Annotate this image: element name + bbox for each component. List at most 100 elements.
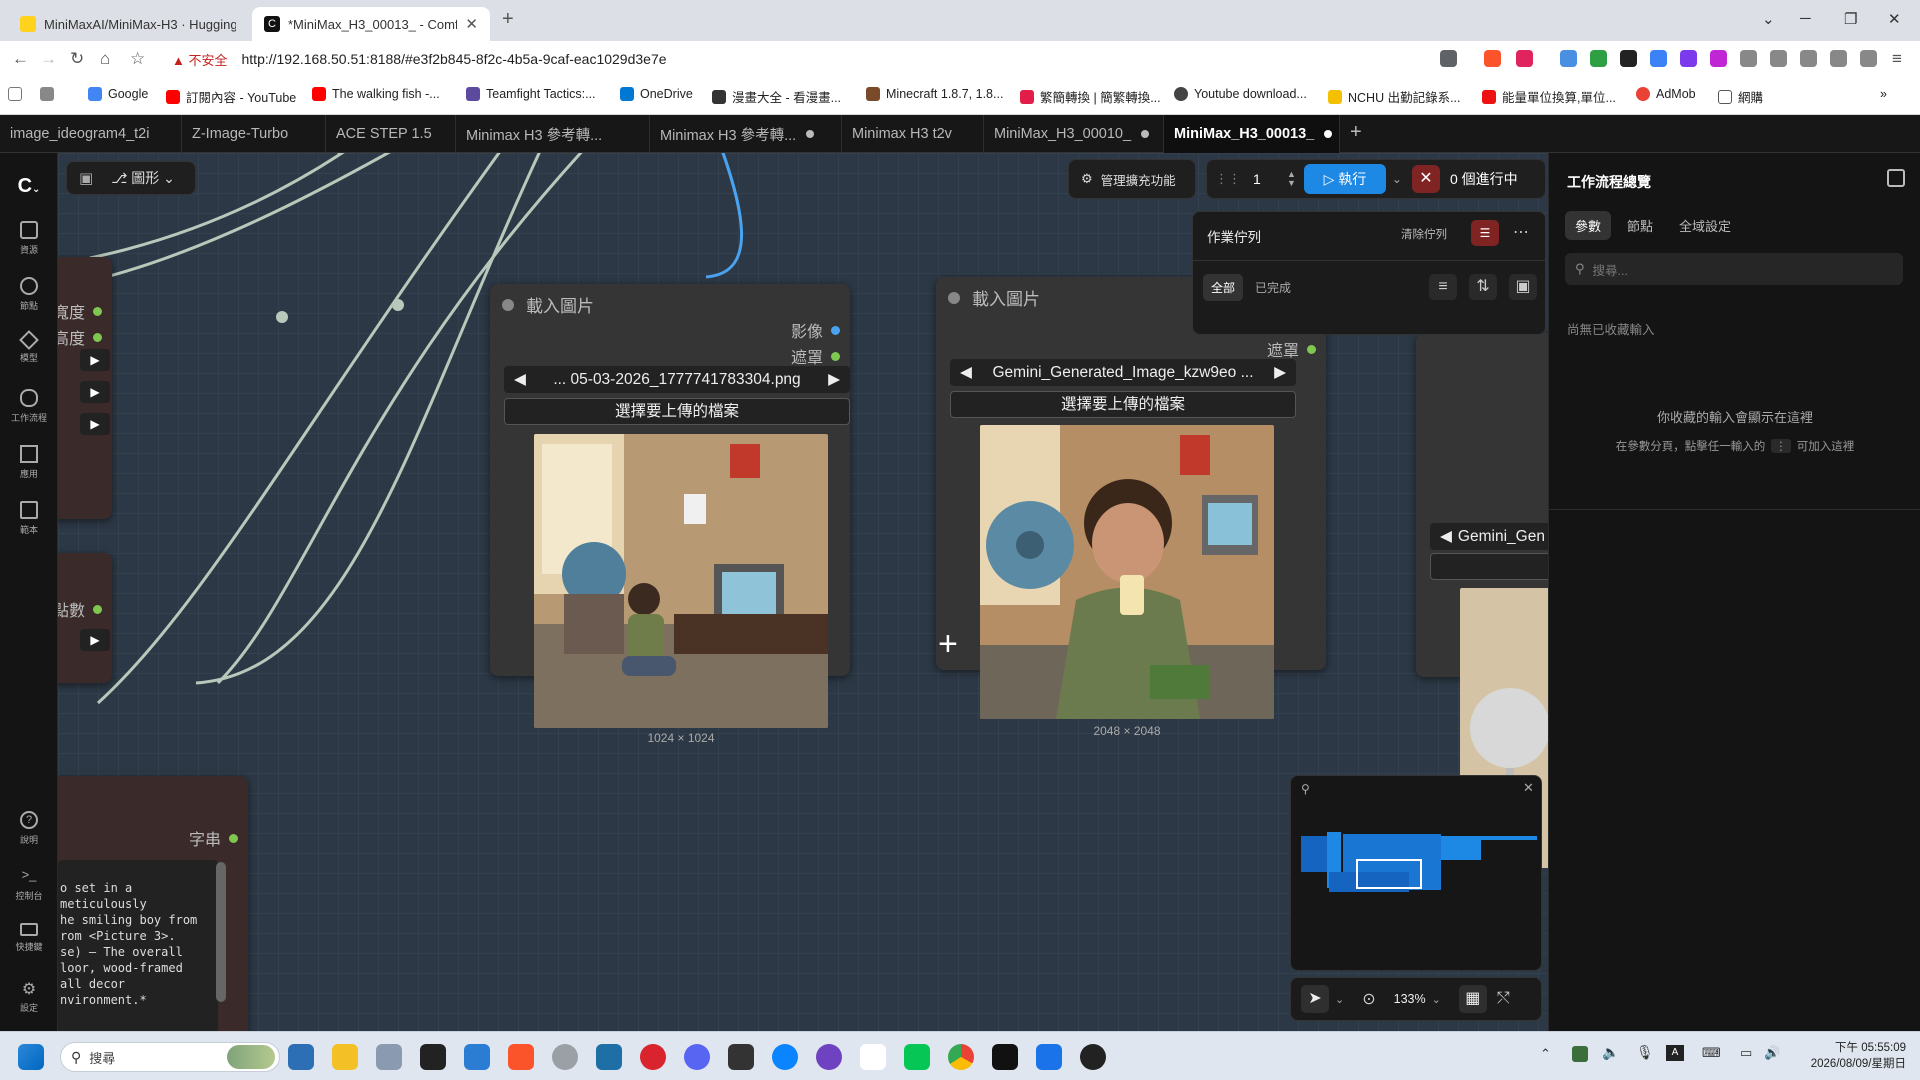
bookmark-units[interactable]: 能量單位換算,單位...	[1482, 87, 1616, 106]
back-icon[interactable]: ←	[12, 49, 29, 69]
tool-chevron-icon[interactable]: ⌄	[1335, 993, 1344, 1006]
stepper-icon[interactable]: ▲ ▼	[1287, 170, 1296, 188]
filter-icon[interactable]: ≡	[1429, 274, 1457, 300]
app-icon-photos[interactable]	[596, 1044, 622, 1070]
filter-done-tab[interactable]: 已完成	[1255, 279, 1291, 296]
upload-file-button[interactable]	[1430, 553, 1548, 580]
upload-file-button[interactable]: 選擇要上傳的檔案	[504, 398, 850, 425]
bookmark-icon[interactable]: ☆	[130, 49, 145, 69]
word-icon[interactable]	[464, 1044, 490, 1070]
select-tool-icon[interactable]: ➤	[1301, 985, 1329, 1013]
play-button[interactable]: ▶	[80, 381, 110, 403]
task-view-icon[interactable]	[288, 1044, 314, 1070]
tab-workflow-ideogram[interactable]: image_ideogram4_t2i	[0, 115, 182, 153]
sidebar-item-console[interactable]: >_ 控制台	[0, 867, 58, 902]
translate-icon[interactable]	[1440, 50, 1457, 67]
reload-icon[interactable]: ↻	[70, 49, 84, 69]
bookmark-google[interactable]: Google	[88, 87, 148, 101]
minimap[interactable]: ⚲ ✕	[1290, 775, 1542, 971]
graph-dropdown[interactable]: ⎇ 圖形 ⌄	[111, 168, 175, 188]
filter-all-tab[interactable]: 全部	[1203, 274, 1244, 301]
manage-extensions-button[interactable]: ⚙ 管理擴充功能	[1068, 159, 1196, 199]
output-dot-icon[interactable]	[831, 351, 840, 361]
tab-workflow-minimax-ref-2[interactable]: Minimax H3 參考轉...	[650, 115, 842, 153]
run-options-chevron-icon[interactable]: ⌄	[1392, 172, 1402, 186]
maximize-icon[interactable]: ❐	[1844, 10, 1857, 28]
sidebar-toggle-icon[interactable]	[1800, 50, 1817, 67]
play-button[interactable]: ▶	[80, 413, 110, 435]
extension-audio-icon[interactable]	[1650, 50, 1667, 67]
sidebar-item-settings[interactable]: ⚙ 設定	[0, 979, 58, 1014]
apps-grid-icon[interactable]	[40, 87, 60, 101]
network-icon[interactable]: ▭	[1740, 1045, 1752, 1061]
extension-shield-icon[interactable]	[1590, 50, 1607, 67]
app-icon-purple[interactable]	[816, 1044, 842, 1070]
load-image-node[interactable]: 載入圖片 影像 遮罩 ◀ ... 05-03-2026_177774178330…	[490, 284, 850, 745]
sidebar-item-workflows[interactable]: 工作流程	[0, 389, 58, 424]
app-icon-a[interactable]	[860, 1044, 886, 1070]
next-arrow-icon[interactable]: ▶	[1274, 363, 1286, 382]
prompt-textarea[interactable]: o set in a meticulously he smiling boy fro…	[58, 860, 218, 1031]
more-bookmarks-icon[interactable]: »	[1880, 87, 1887, 101]
cmd-icon[interactable]	[728, 1044, 754, 1070]
brave-shields-icon[interactable]	[1484, 50, 1501, 67]
brave-browser-icon[interactable]	[508, 1044, 534, 1070]
tab-parameters[interactable]: 參數	[1565, 211, 1612, 240]
run-button[interactable]: ▷ 執行	[1303, 164, 1386, 194]
image-filename-select[interactable]: ◀ Gemini_Gen	[1430, 523, 1548, 550]
language-icon[interactable]: ⌨	[1702, 1045, 1721, 1061]
minimap-toggle-icon[interactable]: ▦	[1458, 985, 1487, 1013]
bookmark-nchu[interactable]: NCHU 出勤記錄系...	[1328, 87, 1461, 106]
fit-view-icon[interactable]: ⊙	[1362, 989, 1375, 1009]
app-icon-clock[interactable]	[552, 1044, 578, 1070]
sidebar-item-help[interactable]: ? 說明	[0, 811, 58, 846]
cancel-run-button[interactable]: ✕	[1411, 165, 1440, 193]
wallet-icon[interactable]	[1830, 50, 1847, 67]
not-secure-icon[interactable]: ▲ 不安全	[172, 50, 228, 69]
upload-file-button[interactable]: 選擇要上傳的檔案	[950, 391, 1296, 418]
extensions-puzzle-icon[interactable]	[1740, 50, 1757, 67]
bookmark-folder-shopping[interactable]: 網購	[1718, 87, 1763, 106]
workflow-canvas[interactable]: ▣ ⎇ 圖形 ⌄ 寬度 高度 ▶ ▶ ▶ 點數 ▶ 字串 o set in am…	[58, 153, 1548, 1031]
bookmark-walking-fish[interactable]: The walking fish -...	[312, 87, 440, 101]
add-workflow-tab-icon[interactable]: +	[1350, 121, 1362, 144]
image-filename-select[interactable]: ◀ Gemini_Generated_Image_kzw9eo ... ▶	[950, 359, 1296, 386]
microphone-icon[interactable]: 🎙	[1636, 1044, 1654, 1061]
new-tab-icon[interactable]: +	[502, 8, 514, 31]
file-explorer-icon[interactable]	[332, 1044, 358, 1070]
bookmark-convert[interactable]: 繁簡轉換 | 簡繁轉換...	[1020, 87, 1161, 106]
leo-ai-icon[interactable]	[1860, 50, 1877, 67]
gallery-icon[interactable]: ▣	[1509, 274, 1537, 300]
bookmark-manga[interactable]: 漫畫大全 - 看漫畫...	[712, 87, 841, 106]
app-icon-red[interactable]	[640, 1044, 666, 1070]
app-icon-record[interactable]	[1080, 1044, 1106, 1070]
forward-icon[interactable]: →	[40, 49, 57, 69]
output-dot-icon[interactable]	[93, 306, 102, 316]
bookmark-youtube[interactable]: 訂閱內容 - YouTube	[166, 87, 296, 106]
volume-icon[interactable]: 🔈	[1602, 1044, 1619, 1061]
tab-search-icon[interactable]: ⌄	[1762, 10, 1775, 28]
tab-workflow-minimax-10[interactable]: MiniMax_H3_00010_	[984, 115, 1164, 153]
bookmark-onedrive[interactable]: OneDrive	[620, 87, 693, 101]
queue-status[interactable]: 0 個進行中	[1450, 169, 1518, 189]
clear-queue-button[interactable]: 清除佇列	[1401, 226, 1447, 242]
collapse-dot-icon[interactable]	[502, 298, 514, 311]
output-dot-icon[interactable]	[93, 332, 102, 342]
partial-node-points[interactable]: 點數 ▶	[58, 553, 112, 683]
extension-purple-icon[interactable]	[1710, 50, 1727, 67]
layout-icon[interactable]: ▣	[79, 169, 93, 187]
sidebar-item-shortcuts[interactable]: 快捷鍵	[0, 923, 58, 953]
batch-count-input[interactable]: 1	[1253, 171, 1291, 187]
close-tab-icon[interactable]: ✕	[465, 15, 478, 33]
ime-icon[interactable]: A	[1666, 1045, 1684, 1061]
collapse-dot-icon[interactable]	[948, 291, 960, 304]
sidebar-item-apps[interactable]: 應用	[0, 445, 58, 480]
start-icon[interactable]	[18, 1044, 44, 1070]
tab-workflow-minimax-t2v[interactable]: Minimax H3 t2v	[842, 115, 984, 153]
sidebar-item-nodes[interactable]: 節點	[0, 277, 58, 312]
links-toggle-icon[interactable]: ⤲	[1497, 990, 1510, 1008]
load-image-node-partial[interactable]: ◀ Gemini_Gen	[1416, 333, 1548, 868]
tab-global-settings[interactable]: 全域設定	[1679, 216, 1731, 235]
clock[interactable]: 下午 05:55:09 2026/08/09/星期日	[1794, 1040, 1906, 1072]
tray-app-icon[interactable]	[1572, 1046, 1588, 1062]
